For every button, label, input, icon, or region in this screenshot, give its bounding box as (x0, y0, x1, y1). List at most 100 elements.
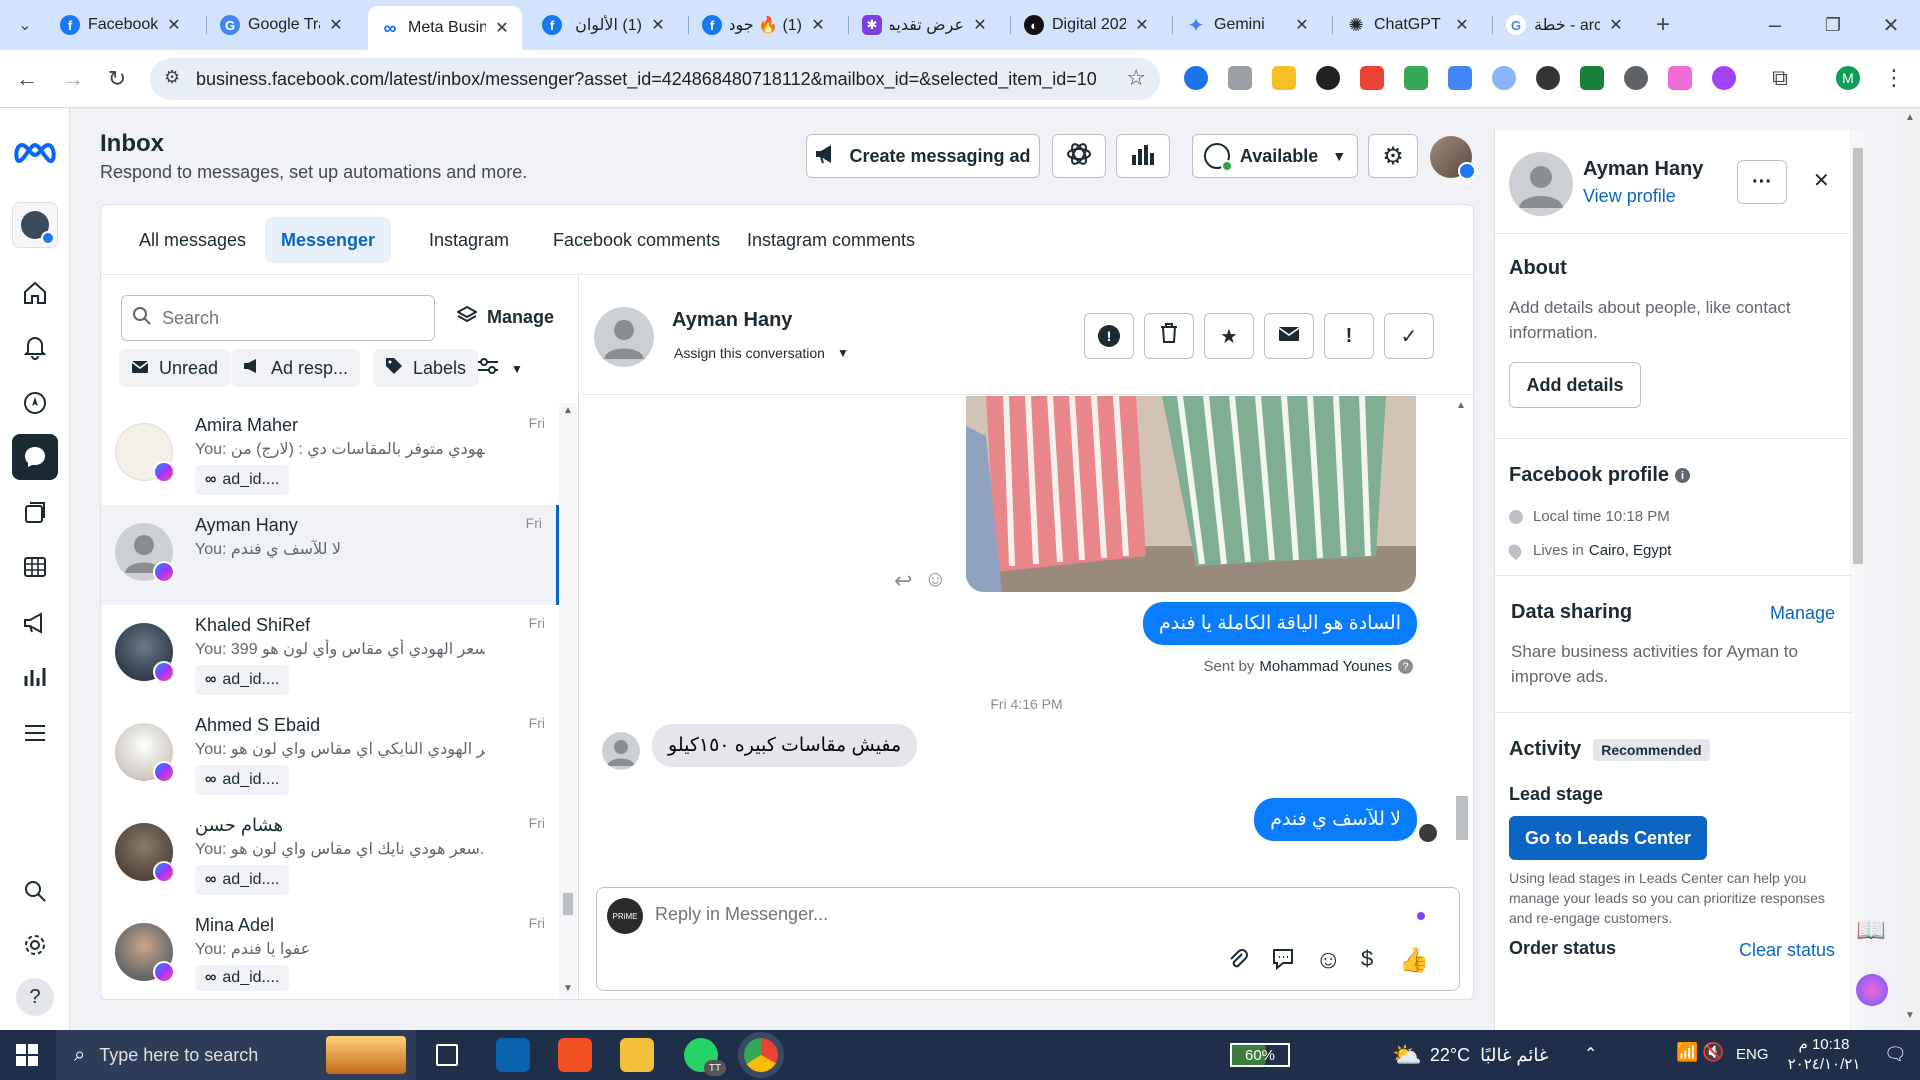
help-question-icon[interactable]: ? (12, 974, 58, 1020)
list-item[interactable]: Amira Maher You: الهودي متوفر بالمقاسات … (101, 405, 559, 505)
view-profile-link[interactable]: View profile (1583, 186, 1676, 207)
business-account-avatar[interactable] (12, 202, 58, 248)
automations-button[interactable] (1052, 134, 1106, 178)
notifications-icon[interactable]: 🗨 (1884, 1044, 1907, 1065)
saved-replies-icon[interactable] (1271, 948, 1295, 975)
network-icon[interactable]: 📶 (1676, 1042, 1698, 1063)
go-to-leads-center-button[interactable]: Go to Leads Center (1509, 816, 1707, 860)
notifications-bell-icon[interactable] (12, 324, 58, 370)
extensions-puzzle-icon[interactable]: ⧉ (1768, 66, 1792, 90)
file-explorer-icon[interactable] (620, 1038, 654, 1072)
emoji-icon[interactable]: ☺ (1315, 944, 1342, 975)
forward-arrow-icon[interactable]: → (58, 64, 88, 94)
tab-all-messages[interactable]: All messages (123, 217, 262, 263)
payments-dollar-icon[interactable]: $ (1361, 946, 1373, 972)
mark-unread-button[interactable] (1264, 313, 1314, 359)
contact-avatar[interactable] (594, 307, 654, 367)
scroll-up-arrow-icon[interactable]: ▲ (563, 405, 573, 416)
extension-icon[interactable] (1668, 66, 1692, 90)
react-smiley-icon[interactable]: ☺ (924, 566, 946, 592)
manage-button[interactable]: Manage (455, 305, 554, 330)
tab-facebook-comments[interactable]: Facebook comments (537, 217, 736, 263)
scroll-down-arrow-icon[interactable]: ▼ (563, 983, 573, 994)
extension-icon[interactable] (1184, 66, 1208, 90)
more-options-button[interactable]: ··· (1737, 160, 1787, 204)
list-item[interactable]: Ayman Hany You: لا للآسف ي فندم Fri (101, 505, 559, 605)
close-panel-button[interactable]: ✕ (1813, 168, 1830, 193)
extension-icon[interactable] (1316, 66, 1340, 90)
delete-button[interactable] (1144, 313, 1194, 359)
ads-megaphone-icon[interactable] (12, 600, 58, 646)
extension-icon[interactable] (1228, 66, 1252, 90)
windows-start-icon[interactable] (16, 1044, 38, 1066)
microsoft-store-icon[interactable] (558, 1038, 592, 1072)
scrollbar-thumb[interactable] (563, 893, 573, 915)
back-arrow-icon[interactable]: ← (12, 64, 42, 94)
tab-instagram[interactable]: Instagram (413, 217, 525, 263)
search-input[interactable] (162, 307, 412, 329)
close-icon[interactable]: ✕ (1292, 15, 1312, 35)
list-item[interactable]: Mina Adel You: عفوا يا فندم Fri ∞ ad_id..… (101, 905, 559, 1005)
thumbs-up-icon[interactable]: 👍 (1399, 946, 1429, 975)
profile-avatar[interactable] (1509, 152, 1573, 216)
browser-tab-plan-search[interactable]: G خطة - arch ✕ (1494, 8, 1636, 42)
availability-status-dropdown[interactable]: Available ▼ (1192, 134, 1358, 178)
browser-menu-icon[interactable]: ⋮ (1882, 66, 1906, 90)
close-icon[interactable]: ✕ (1132, 15, 1152, 35)
mail-app-icon[interactable] (496, 1038, 530, 1072)
filter-options-button[interactable]: ▼ (477, 357, 523, 380)
list-item[interactable]: هشام حسن You: سعر هودي نايك اي مقاس واي … (101, 805, 559, 905)
reply-input[interactable] (655, 904, 1355, 925)
inbox-chat-icon[interactable] (12, 434, 58, 480)
tab-search-icon[interactable]: ⌄ (10, 10, 40, 40)
extension-icon[interactable] (1536, 66, 1560, 90)
insights-button[interactable] (1116, 134, 1170, 178)
weather-widget[interactable]: ⛅ 22°C غائم غالبًا (1392, 1030, 1548, 1080)
language-indicator[interactable]: ENG (1736, 1046, 1769, 1063)
reload-icon[interactable]: ↻ (102, 64, 132, 94)
extension-icon[interactable] (1448, 66, 1472, 90)
ai-assistant-icon[interactable] (1856, 974, 1888, 1006)
planner-table-icon[interactable] (12, 544, 58, 590)
taskbar-search-box[interactable]: ⌕ Type here to search (56, 1030, 416, 1080)
browser-tab-digital[interactable]: ◐ Digital 202 ✕ (1012, 8, 1162, 42)
meta-logo-icon[interactable] (12, 130, 58, 176)
search-icon[interactable] (12, 868, 58, 914)
site-info-icon[interactable]: ⚙ (164, 67, 180, 88)
all-tools-menu-icon[interactable] (12, 710, 58, 756)
extension-icon[interactable] (1624, 66, 1648, 90)
create-messaging-ad-button[interactable]: Create messaging ad (806, 134, 1040, 178)
scroll-up-arrow-icon[interactable]: ▲ (1905, 112, 1915, 123)
close-icon[interactable]: ✕ (648, 15, 668, 35)
attachment-paperclip-icon[interactable] (1227, 948, 1249, 976)
outgoing-message[interactable]: لا للآسف ي فندم (1254, 798, 1417, 841)
list-item[interactable]: Khaled ShiRef You: سعر الهودي أي مقاس وأ… (101, 605, 559, 705)
list-item[interactable]: Ahmed S Ebaid You: سعر الهودي النايكي اي… (101, 705, 559, 805)
tab-instagram-comments[interactable]: Instagram comments (731, 217, 931, 263)
settings-button[interactable]: ⚙ (1368, 134, 1418, 178)
add-details-button[interactable]: Add details (1509, 362, 1641, 408)
clear-status-link[interactable]: Clear status (1739, 940, 1835, 961)
filter-labels[interactable]: Labels (373, 349, 479, 387)
extension-icon[interactable] (1360, 66, 1384, 90)
close-window-icon[interactable]: ✕ (1876, 10, 1906, 40)
reply-arrow-icon[interactable]: ↩ (894, 568, 912, 594)
extension-icon[interactable] (1580, 66, 1604, 90)
close-icon[interactable]: ✕ (1606, 15, 1626, 35)
close-icon[interactable]: ✕ (808, 15, 828, 35)
extension-icon[interactable] (1272, 66, 1296, 90)
insights-chart-icon[interactable] (12, 654, 58, 700)
outgoing-message[interactable]: السادة هو الياقة الكاملة يا فندم (1143, 602, 1417, 645)
browser-tab-colors[interactable]: f (1) الألوان ✕ (530, 8, 678, 42)
right-panel-scrollbar[interactable] (1851, 130, 1865, 1030)
extension-icon[interactable] (1404, 66, 1428, 90)
page-scrollbar[interactable]: ▲ ▼ (1900, 108, 1920, 1030)
clock[interactable]: 10:18 م ٢٠٢٤/١٠/٢١ (1776, 1035, 1872, 1075)
scrollbar-thumb[interactable] (1853, 148, 1863, 564)
extension-icon[interactable] (1712, 66, 1736, 90)
conversation-list-scrollbar[interactable]: ▲ ▼ (559, 403, 577, 999)
scroll-up-arrow-icon[interactable]: ▲ (1456, 400, 1466, 411)
new-tab-button[interactable]: + (1648, 10, 1678, 40)
assign-conversation-dropdown[interactable]: Assign this conversation ▼ (674, 345, 849, 361)
address-bar[interactable]: ⚙ business.facebook.com/latest/inbox/mes… (150, 58, 1160, 100)
